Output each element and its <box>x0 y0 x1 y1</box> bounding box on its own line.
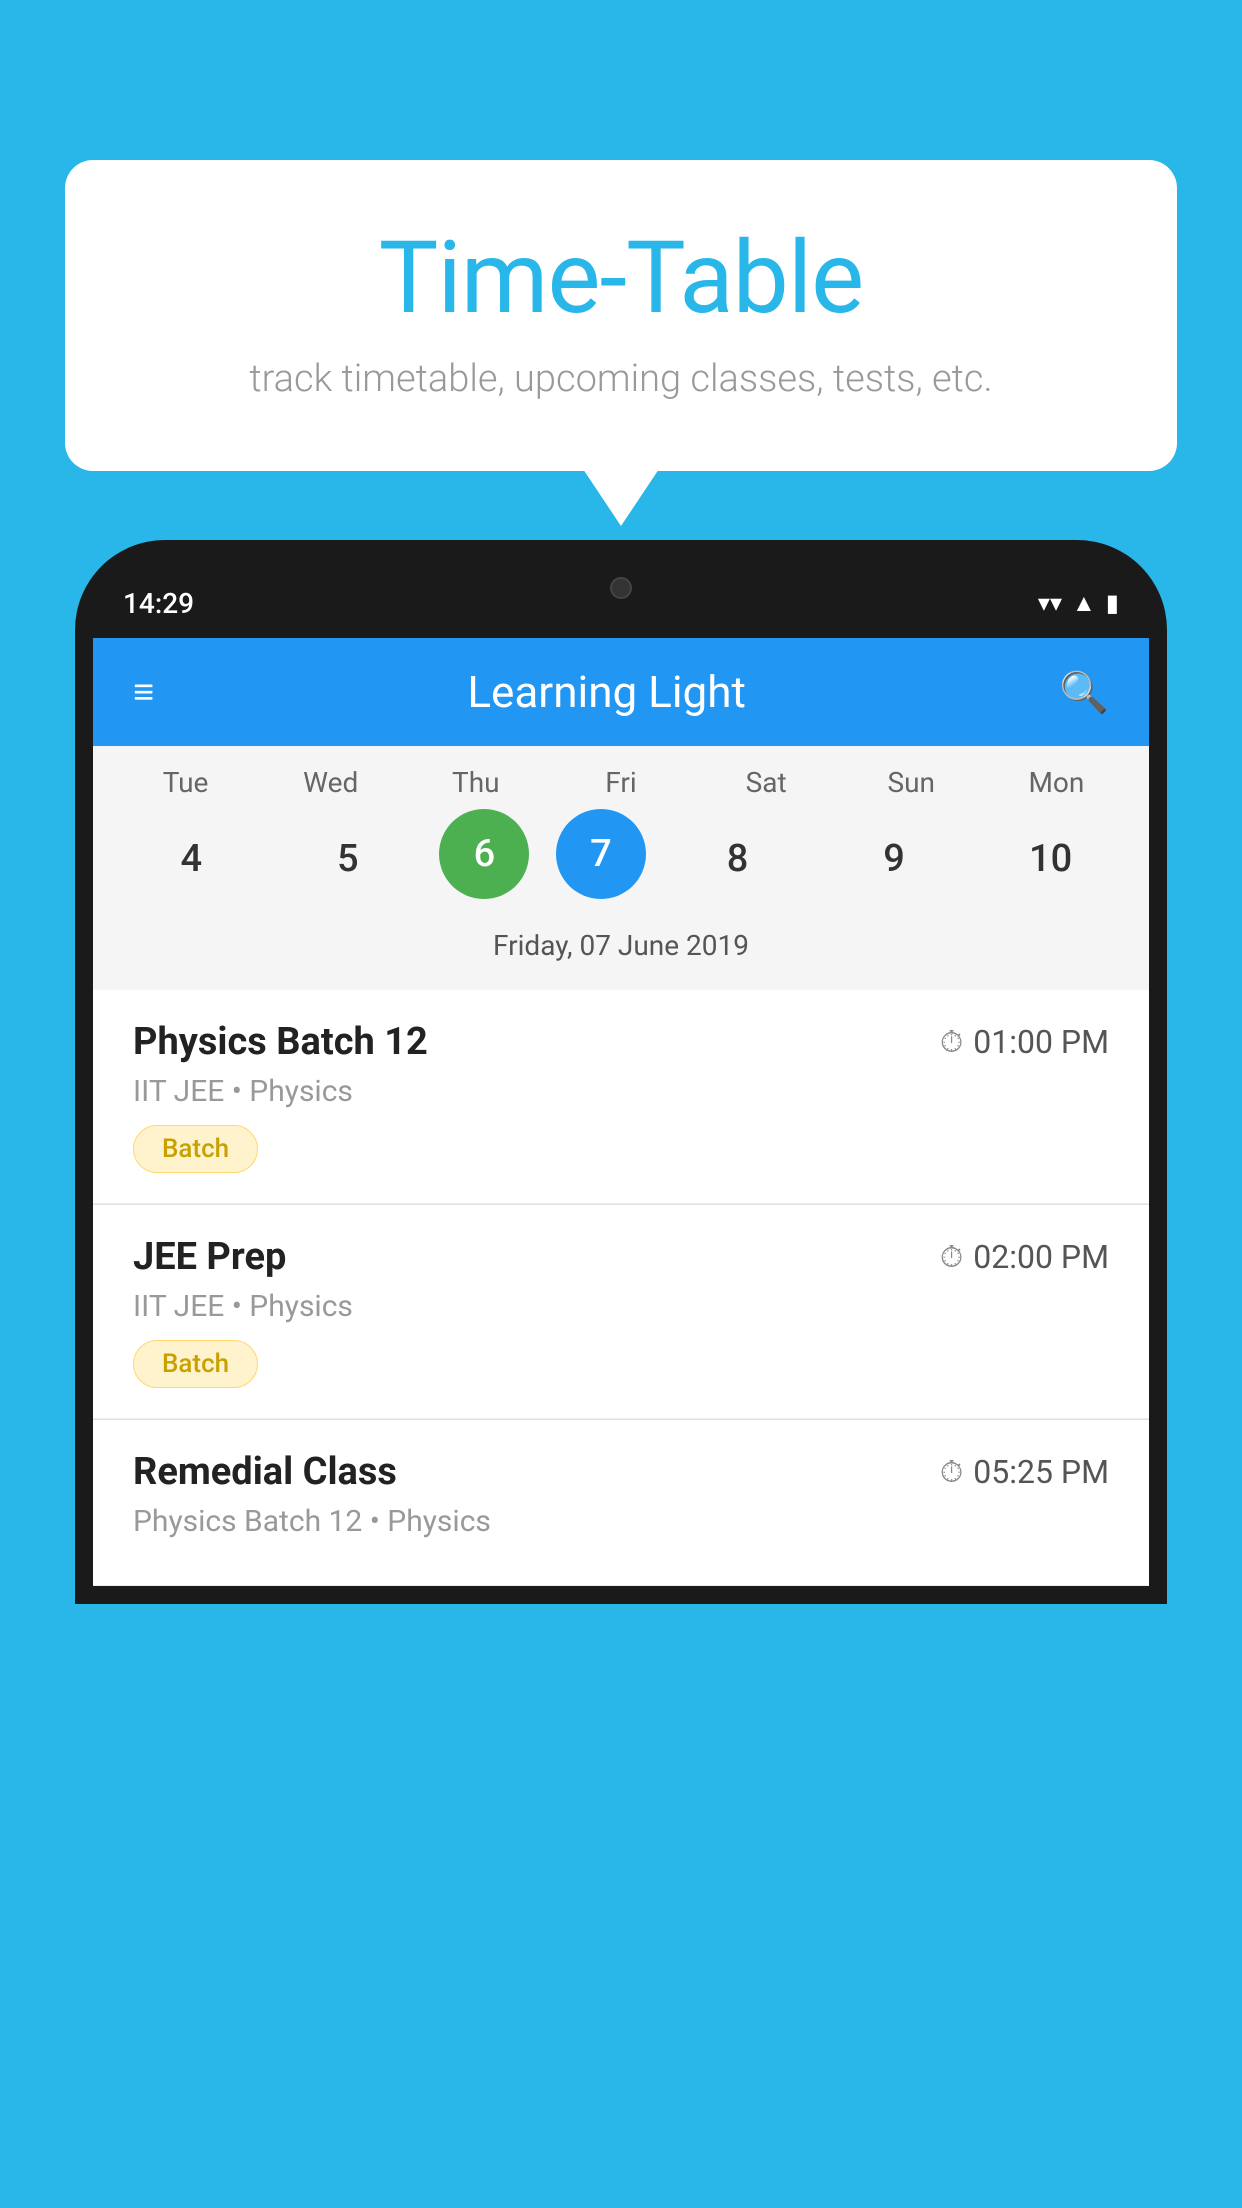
class-time-text-1: 01:00 PM <box>973 1023 1109 1061</box>
day-wed: Wed <box>266 766 396 799</box>
menu-icon[interactable]: ≡ <box>133 674 154 710</box>
app-title: Time-Table <box>145 220 1097 337</box>
battery-icon: ▮ <box>1106 589 1119 617</box>
batch-badge-2: Batch <box>133 1340 258 1388</box>
date-9[interactable]: 9 <box>829 809 959 909</box>
date-6-today[interactable]: 6 <box>439 809 529 899</box>
class-time-text-2: 02:00 PM <box>973 1238 1109 1276</box>
batch-badge-1: Batch <box>133 1125 258 1173</box>
class-item-header-3: Remedial Class ⏱ 05:25 PM <box>133 1450 1109 1494</box>
class-name-2: JEE Prep <box>133 1235 286 1279</box>
class-subtitle-3: Physics Batch 12 • Physics <box>133 1504 1109 1539</box>
class-item-header-2: JEE Prep ⏱ 02:00 PM <box>133 1235 1109 1279</box>
clock-icon-3: ⏱ <box>940 1455 963 1490</box>
class-time-2: ⏱ 02:00 PM <box>940 1238 1109 1276</box>
day-thu: Thu <box>411 766 541 799</box>
date-4[interactable]: 4 <box>126 809 256 909</box>
selected-date-label: Friday, 07 June 2019 <box>93 919 1149 980</box>
calendar-day-names-row: Tue Wed Thu Fri Sat Sun Mon <box>93 766 1149 799</box>
day-sat: Sat <box>701 766 831 799</box>
class-subtitle-1: IIT JEE • Physics <box>133 1074 1109 1109</box>
class-item-physics-batch-12[interactable]: Physics Batch 12 ⏱ 01:00 PM IIT JEE • Ph… <box>93 990 1149 1204</box>
calendar-strip: Tue Wed Thu Fri Sat Sun Mon 4 5 6 7 8 9 … <box>93 746 1149 990</box>
date-7-selected[interactable]: 7 <box>556 809 646 899</box>
class-subtitle-2: IIT JEE • Physics <box>133 1289 1109 1324</box>
day-mon: Mon <box>991 766 1121 799</box>
app-subtitle: track timetable, upcoming classes, tests… <box>145 357 1097 401</box>
clock-icon-1: ⏱ <box>940 1025 963 1060</box>
calendar-dates-row: 4 5 6 7 8 9 10 <box>93 809 1149 909</box>
speech-bubble: Time-Table track timetable, upcoming cla… <box>65 160 1177 471</box>
day-fri: Fri <box>556 766 686 799</box>
date-10[interactable]: 10 <box>986 809 1116 909</box>
search-icon[interactable]: 🔍 <box>1059 669 1109 716</box>
phone-mockup: 14:29 ▾▾ ▲ ▮ ≡ Learning Light 🔍 Tue <box>75 540 1167 2208</box>
status-icons: ▾▾ ▲ ▮ <box>1038 589 1119 618</box>
clock-icon-2: ⏱ <box>940 1240 963 1275</box>
date-5[interactable]: 5 <box>283 809 413 909</box>
date-8[interactable]: 8 <box>673 809 803 909</box>
class-list: Physics Batch 12 ⏱ 01:00 PM IIT JEE • Ph… <box>93 990 1149 1586</box>
class-item-remedial[interactable]: Remedial Class ⏱ 05:25 PM Physics Batch … <box>93 1420 1149 1586</box>
day-sun: Sun <box>846 766 976 799</box>
class-name-3: Remedial Class <box>133 1450 397 1494</box>
class-item-header-1: Physics Batch 12 ⏱ 01:00 PM <box>133 1020 1109 1064</box>
app-header: ≡ Learning Light 🔍 <box>93 638 1149 746</box>
status-time: 14:29 <box>123 587 194 620</box>
class-time-3: ⏱ 05:25 PM <box>940 1453 1109 1491</box>
phone-screen: ≡ Learning Light 🔍 Tue Wed Thu Fri Sat S… <box>93 638 1149 1586</box>
class-time-1: ⏱ 01:00 PM <box>940 1023 1109 1061</box>
phone-notch <box>541 558 701 618</box>
class-time-text-3: 05:25 PM <box>973 1453 1109 1491</box>
phone-outer: 14:29 ▾▾ ▲ ▮ ≡ Learning Light 🔍 Tue <box>75 540 1167 1604</box>
status-bar: 14:29 ▾▾ ▲ ▮ <box>93 558 1149 638</box>
class-name-1: Physics Batch 12 <box>133 1020 428 1064</box>
app-header-title: Learning Light <box>467 666 746 718</box>
phone-camera <box>610 577 632 599</box>
class-item-jee-prep[interactable]: JEE Prep ⏱ 02:00 PM IIT JEE • Physics Ba… <box>93 1205 1149 1419</box>
wifi-icon: ▾▾ <box>1038 589 1062 617</box>
day-tue: Tue <box>121 766 251 799</box>
signal-icon: ▲ <box>1072 589 1096 618</box>
